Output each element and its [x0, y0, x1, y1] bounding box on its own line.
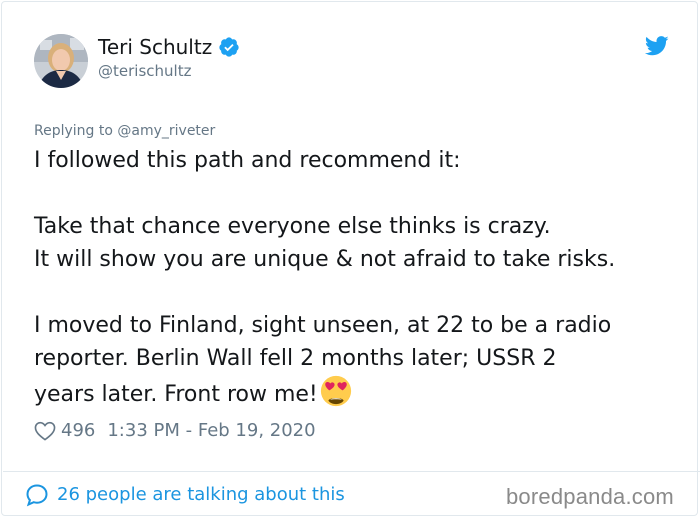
- heart-icon[interactable]: [34, 421, 56, 441]
- verified-badge-icon: [219, 37, 239, 57]
- watermark: boredpanda.com: [506, 484, 674, 509]
- timestamp[interactable]: 1:33 PM - Feb 19, 2020: [107, 419, 315, 443]
- author-name[interactable]: Teri Schultz: [98, 34, 212, 60]
- author-handle[interactable]: @terischultz: [98, 61, 191, 81]
- author-name-row[interactable]: Teri Schultz: [98, 34, 240, 60]
- speech-bubble-icon: [26, 484, 48, 507]
- tweet-text: I followed this path and recommend it: T…: [34, 144, 684, 411]
- profile-photo-icon: [34, 34, 88, 88]
- tweet-line: years later. Front row me!: [34, 382, 318, 407]
- avatar[interactable]: [34, 34, 88, 88]
- reply-context: Replying to @amy_riveter: [34, 122, 215, 140]
- divider: [3, 471, 700, 472]
- conversation-link[interactable]: 26 people are talking about this: [25, 483, 345, 507]
- tweet-line: It will show you are unique & not afraid…: [34, 247, 616, 272]
- twitter-bird-icon[interactable]: [645, 36, 669, 56]
- tweet-card: Teri Schultz @terischultz Replying to @a…: [1, 1, 700, 516]
- like-count[interactable]: 496: [61, 419, 95, 443]
- reply-mention[interactable]: @amy_riveter: [117, 123, 215, 139]
- reply-prefix: Replying to: [34, 123, 113, 139]
- tweet-line: I moved to Finland, sight unseen, at 22 …: [34, 313, 612, 338]
- tweet-line: I followed this path and recommend it:: [34, 148, 461, 173]
- tweet-line: reporter. Berlin Wall fell 2 months late…: [34, 346, 557, 371]
- tweet-last-line: years later. Front row me!: [34, 375, 684, 411]
- tweet-meta: 496 1:33 PM - Feb 19, 2020: [34, 419, 316, 443]
- tweet-line: Take that chance everyone else thinks is…: [34, 214, 551, 239]
- conversation-text[interactable]: 26 people are talking about this: [57, 483, 345, 507]
- heart-eyes-emoji-icon: [320, 375, 351, 407]
